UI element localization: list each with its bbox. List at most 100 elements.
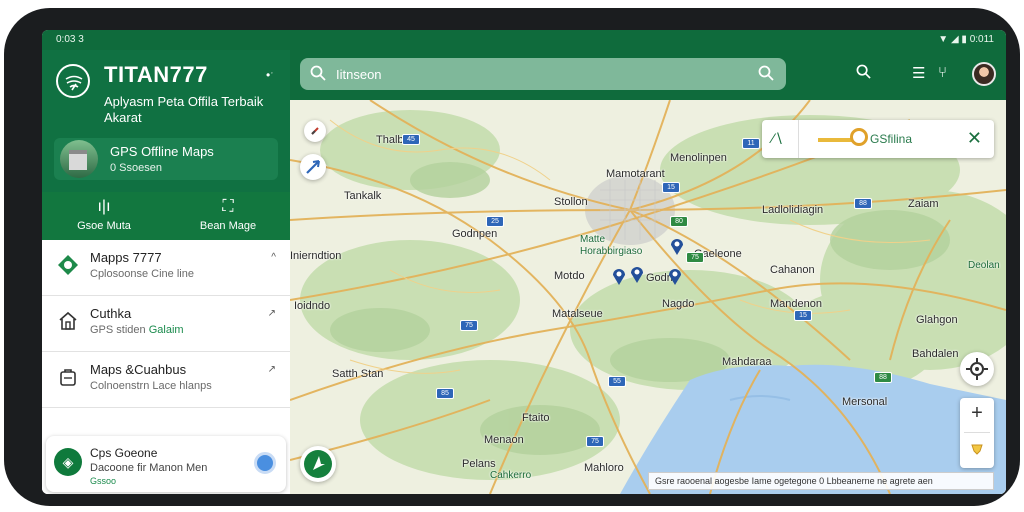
item-title: Mapps 7777 bbox=[90, 250, 162, 265]
close-icon[interactable]: ✕ bbox=[967, 128, 982, 149]
road-shield: 15 bbox=[794, 310, 812, 321]
map-attribution: Gsre raooenal aogesbe Iame ogetegone 0 L… bbox=[648, 472, 994, 490]
zoom-controls: + bbox=[960, 398, 994, 468]
map-place-label: Stollon bbox=[554, 196, 588, 208]
gps-offline-card[interactable]: GPS Offline Maps 0 Ssoesen bbox=[54, 138, 278, 180]
search-icon[interactable] bbox=[856, 64, 871, 83]
gps-card-title: GPS Offline Maps bbox=[110, 144, 214, 159]
status-right: ▼ ◢ ▮ 0:011 bbox=[938, 34, 994, 45]
more-icon[interactable]: •ˑ bbox=[266, 68, 274, 82]
road-shield: 55 bbox=[608, 376, 626, 387]
map-pin-icon[interactable] bbox=[670, 238, 684, 256]
gps-card-subtitle: 0 Ssoesen bbox=[110, 162, 162, 174]
bottom-card-subtitle: Dacoone fir Manon Men bbox=[90, 462, 208, 474]
app-title: TITAN777 bbox=[104, 62, 208, 87]
map-place-label: Nagdo bbox=[662, 298, 695, 310]
road-shield: 45 bbox=[402, 134, 420, 145]
zoom-in-button[interactable]: + bbox=[960, 402, 994, 425]
screen: 0:03 3 ▼ ◢ ▮ 0:011 TITAN777 •ˑ Aplyasm P… bbox=[42, 30, 1006, 494]
shield-icon: ◈ bbox=[54, 448, 82, 476]
my-location-button[interactable] bbox=[960, 352, 994, 386]
expand-icon[interactable]: ↗ bbox=[268, 364, 276, 375]
search-icon-right[interactable] bbox=[758, 65, 774, 84]
sidebar-tabs: ı|ı Gsoe Muta ⛶ Bean Mage bbox=[42, 192, 290, 240]
map-place-label: Satth Stan bbox=[332, 368, 384, 380]
item-subtitle: GPS stiden Galaim bbox=[90, 324, 184, 336]
item-subtitle-accent: Galaim bbox=[148, 324, 184, 336]
crosshair-icon bbox=[966, 358, 988, 380]
status-time: 0:03 3 bbox=[56, 34, 84, 45]
layers-icon[interactable] bbox=[970, 442, 984, 456]
map-view[interactable]: Thalbina Menolinpen Mamotarant Tankalk Stoll… bbox=[290, 100, 1006, 494]
zoom-divider bbox=[964, 432, 990, 433]
route-bar bbox=[818, 138, 854, 142]
bag-icon bbox=[56, 366, 80, 390]
map-place-label: Glahgon bbox=[916, 314, 958, 326]
item-title: Maps &Cuahbus bbox=[90, 362, 187, 377]
navigate-icon bbox=[304, 450, 332, 478]
sidebar: TITAN777 •ˑ Aplyasm Peta Offila Terbaik … bbox=[42, 50, 290, 494]
map-place-label: Zaiam bbox=[908, 198, 939, 210]
map-place-label: Mahdaraa bbox=[722, 356, 772, 368]
home-icon bbox=[56, 310, 80, 334]
tab-bean-mage[interactable]: ⛶ Bean Mage bbox=[166, 198, 290, 232]
item-title: Cuthka bbox=[90, 306, 132, 321]
location-marker-icon bbox=[850, 128, 868, 146]
location-dot-icon[interactable] bbox=[254, 452, 276, 474]
columns-icon: ı|ı bbox=[97, 198, 111, 215]
compass-icon[interactable] bbox=[304, 120, 326, 142]
route-icon: ⁄∖ bbox=[772, 130, 784, 146]
phone-frame: 0:03 3 ▼ ◢ ▮ 0:011 TITAN777 •ˑ Aplyasm P… bbox=[4, 8, 1020, 506]
list-item-maps-cuahbus[interactable]: Maps &Cuahbus Colnoenstrn Lace hlanps ↗ bbox=[42, 352, 290, 408]
map-pin-icon[interactable] bbox=[612, 268, 626, 286]
map-area-label: Matte bbox=[580, 234, 606, 245]
map-place-label: Mersonal bbox=[842, 396, 888, 408]
road-shield: 80 bbox=[670, 216, 688, 227]
search-icon bbox=[310, 65, 326, 84]
brand-header: TITAN777 •ˑ Aplyasm Peta Offila Terbaik … bbox=[42, 50, 290, 212]
compass-logo-icon bbox=[56, 64, 90, 98]
map-place-label: Pelans bbox=[462, 458, 496, 470]
search-bar[interactable]: Iitnseon bbox=[300, 58, 786, 90]
app-tagline: Aplyasm Peta Offila Terbaik Akarat bbox=[104, 94, 264, 125]
tab-gsoe-muta[interactable]: ı|ı Gsoe Muta bbox=[42, 198, 166, 232]
search-placeholder: Iitnseon bbox=[336, 67, 382, 82]
status-right-text: 0:011 bbox=[969, 34, 994, 45]
route-card[interactable]: ⁄∖ GSfilina ✕ bbox=[762, 120, 994, 158]
map-share-icon: ⛶ bbox=[222, 198, 234, 215]
avatar[interactable] bbox=[972, 62, 996, 86]
map-pin-icon[interactable] bbox=[668, 268, 682, 286]
map-place-label: Inierndtion bbox=[290, 250, 342, 262]
map-place-label: Cahanon bbox=[770, 264, 815, 276]
bottom-card-title: Cps Goeone bbox=[90, 446, 158, 460]
navigate-button[interactable] bbox=[300, 446, 336, 482]
map-place-label: Mahloro bbox=[584, 462, 624, 474]
app-bar: Iitnseon ☰ ⑂ bbox=[290, 50, 1006, 100]
list-item-mapps[interactable]: Mapps 7777 Cplosoonse Cine line ^ bbox=[42, 240, 290, 296]
map-area-label: Horabbirgiaso bbox=[580, 246, 643, 257]
bottom-card[interactable]: ◈ Cps Goeone Dacoone fir Manon Men Gssoo bbox=[46, 436, 286, 492]
chevron-up-icon[interactable]: ^ bbox=[271, 252, 276, 263]
road-shield: 75 bbox=[460, 320, 478, 331]
map-pin-icon[interactable] bbox=[630, 266, 644, 284]
item-subtitle: Colnoenstrn Lace hlanps bbox=[90, 380, 212, 392]
road-shield: 15 bbox=[662, 182, 680, 193]
road-shield: 88 bbox=[854, 198, 872, 209]
map-place-label: Godnpen bbox=[452, 228, 498, 240]
map-place-label: Menolinpen bbox=[670, 152, 727, 164]
menu-icon[interactable]: ☰ bbox=[912, 64, 925, 82]
map-place-label: Ioidndo bbox=[294, 300, 331, 312]
map-area-label: Cahkerro bbox=[490, 470, 532, 481]
building-thumbnail bbox=[60, 140, 98, 178]
navigation-arrow-icon[interactable] bbox=[300, 154, 326, 180]
road-shield: 25 bbox=[486, 216, 504, 227]
bottom-card-tag: Gssoo bbox=[90, 476, 117, 486]
map-place-label: Tankalk bbox=[344, 190, 382, 202]
map-place-label: Bahdalen bbox=[912, 348, 959, 360]
expand-icon[interactable]: ↗ bbox=[268, 308, 276, 319]
item-subtitle: Cplosoonse Cine line bbox=[90, 268, 194, 280]
road-shield: 75 bbox=[586, 436, 604, 447]
filter-icon[interactable]: ⑂ bbox=[938, 64, 947, 81]
list-item-cuthka[interactable]: Cuthka GPS stiden Galaim ↗ bbox=[42, 296, 290, 352]
status-bar: 0:03 3 ▼ ◢ ▮ 0:011 bbox=[42, 30, 1006, 50]
